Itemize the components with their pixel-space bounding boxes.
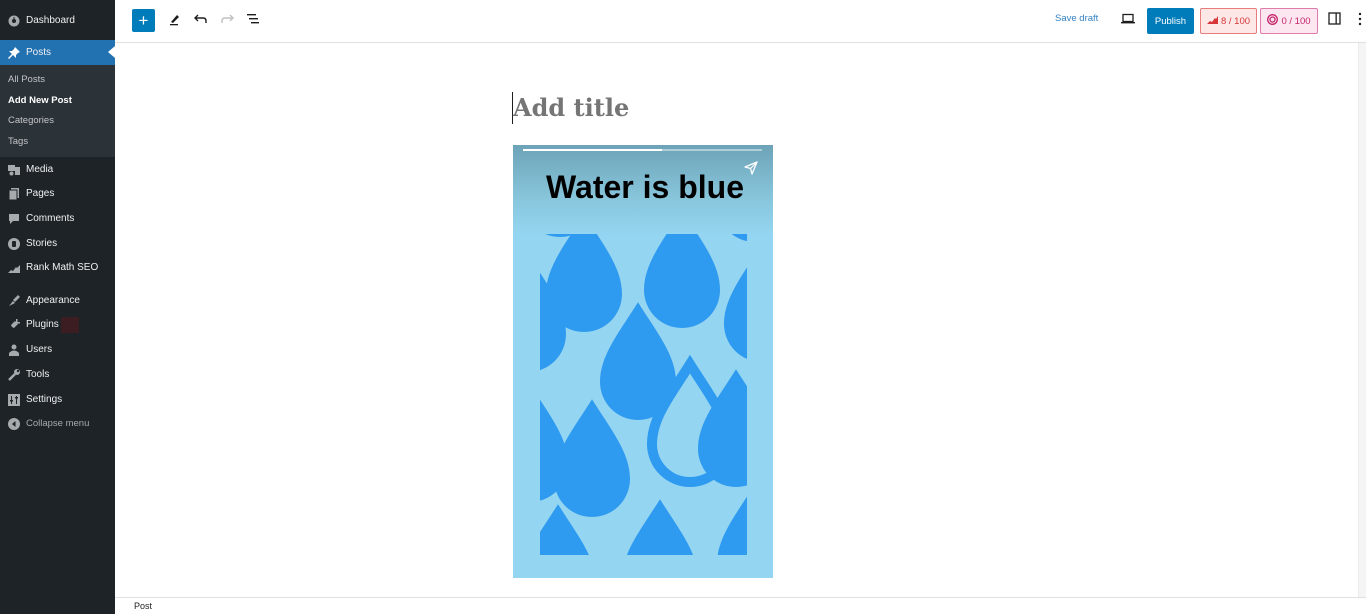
stories-icon [7,237,20,250]
story-title: Water is blue [546,169,744,205]
tools-button[interactable] [165,11,185,31]
rank-math-icon [1206,15,1218,27]
pin-icon [7,46,20,59]
water-drop [724,267,747,359]
submenu-categories[interactable]: Categories [8,115,54,126]
content-ai-icon [1267,14,1279,28]
water-drops-pattern [540,234,747,555]
collapse-menu-button[interactable]: Collapse menu [0,411,115,436]
options-menu-button[interactable] [1355,11,1365,31]
media-icon [7,163,20,176]
sidebar-item-posts[interactable]: Posts [0,40,115,65]
desktop-icon [1121,12,1135,30]
publish-button[interactable]: Publish [1147,8,1194,34]
more-vertical-icon [1358,12,1362,31]
editor-footer: Post [115,597,1366,614]
dashboard-icon [7,14,20,27]
sidebar-item-settings[interactable]: Settings [0,387,115,412]
submenu-all-posts[interactable]: All Posts [8,74,45,85]
list-view-icon [246,12,260,31]
rank-math-icon [7,261,20,274]
sidebar-item-stories[interactable]: Stories [0,231,115,256]
pages-icon [7,187,20,200]
submenu-add-new-post[interactable]: Add New Post [8,95,72,106]
document-overview-button[interactable] [243,11,263,31]
preview-button[interactable] [1118,11,1138,31]
undo-button[interactable] [191,11,211,31]
collapse-icon [7,417,20,430]
sidebar-panel-icon [1327,12,1341,30]
sidebar-item-pages[interactable]: Pages [0,181,115,206]
sidebar-item-tools[interactable]: Tools [0,362,115,387]
sidebar-item-plugins[interactable]: Plugins [0,312,115,337]
web-story-embed[interactable]: Water is blue [513,145,773,578]
brush-icon [7,294,20,307]
water-drop [626,499,694,555]
save-draft-button[interactable]: Save draft [1055,13,1098,24]
sidebar-item-comments[interactable]: Comments [0,206,115,231]
posts-submenu: All Posts Add New Post Categories Tags [0,65,115,157]
undo-icon [194,12,208,31]
water-drops-image [540,234,747,555]
content-ai-score-button[interactable]: 0 / 100 [1260,8,1318,34]
user-icon [7,343,20,356]
block-inserter-button[interactable]: + [132,9,155,32]
wrench-icon [7,368,20,381]
redo-icon [220,12,234,31]
story-progress-fill [523,149,662,151]
block-breadcrumb[interactable]: Post [134,601,152,611]
pencil-icon [168,12,182,31]
wordpress-editor: Dashboard Posts All Posts Add New Post C… [0,0,1366,614]
water-drop [731,234,747,242]
story-progress-bar [523,149,762,151]
water-drop [644,234,720,328]
submenu-tags[interactable]: Tags [8,136,28,147]
sidebar-item-media[interactable]: Media [0,157,115,182]
admin-sidebar: Dashboard Posts All Posts Add New Post C… [0,0,115,614]
editor-canvas: Add title Water is blue [115,43,1358,597]
plugins-update-badge [60,316,79,333]
editor-toolbar: + Save draft Publish 8 / 100 0 / 100 [115,0,1366,43]
comment-icon [7,212,20,225]
water-drop [717,496,747,555]
sidebar-item-dashboard[interactable]: Dashboard [0,8,115,33]
settings-icon [7,393,20,406]
water-drop [554,399,630,517]
plugin-icon [7,318,20,331]
settings-sidebar-toggle[interactable] [1324,11,1344,31]
sidebar-item-appearance[interactable]: Appearance [0,288,115,313]
redo-button[interactable] [217,11,237,31]
sidebar-item-rank-math[interactable]: Rank Math SEO [0,255,115,280]
sidebar-item-users[interactable]: Users [0,337,115,362]
post-title-input[interactable]: Add title [512,92,629,124]
rank-math-seo-score-button[interactable]: 8 / 100 [1200,8,1257,34]
canvas-scrollbar[interactable] [1358,43,1366,597]
